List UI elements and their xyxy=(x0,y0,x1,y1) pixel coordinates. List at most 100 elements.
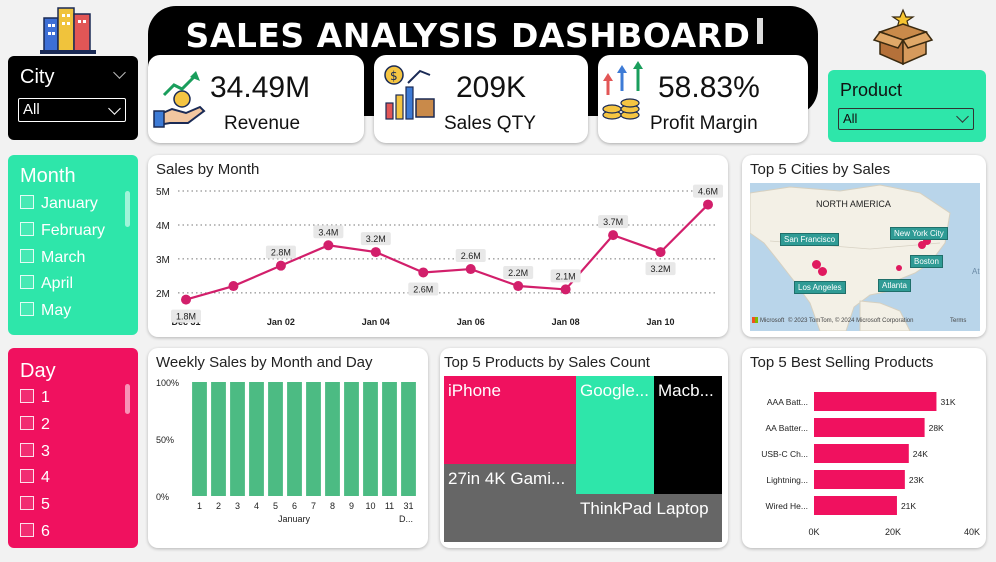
hbar-x-tick: 20K xyxy=(885,527,901,537)
month-item-january[interactable]: January xyxy=(20,195,98,213)
hbar-value-label: 24K xyxy=(913,449,928,459)
day-item-1[interactable]: 1 xyxy=(20,389,50,407)
line-point[interactable] xyxy=(513,281,524,292)
city-marker-los-angeles[interactable] xyxy=(818,267,827,276)
treemap-tile-thinkpad[interactable]: ThinkPad Laptop xyxy=(576,494,722,542)
line-point[interactable] xyxy=(275,260,286,271)
weekly-bar[interactable] xyxy=(268,382,283,496)
line-point[interactable] xyxy=(465,264,476,275)
line-x-tick: Jan 08 xyxy=(552,317,580,327)
day-item-5[interactable]: 5 xyxy=(20,496,50,514)
top-products-treemap-title: Top 5 Products by Sales Count xyxy=(444,354,650,371)
checkbox-icon xyxy=(20,389,34,403)
city-slicer: City All xyxy=(8,56,138,140)
weekly-group-label: D... xyxy=(399,514,413,524)
line-point[interactable] xyxy=(181,294,191,305)
weekly-bar[interactable] xyxy=(249,382,264,496)
month-item-february[interactable]: February xyxy=(20,222,105,240)
city-label-new-york: New York City xyxy=(890,227,948,240)
line-point[interactable] xyxy=(608,230,619,241)
treemap-tile-iphone[interactable]: iPhone xyxy=(444,376,576,464)
line-point[interactable] xyxy=(228,281,239,292)
line-x-tick: Jan 06 xyxy=(457,317,485,327)
map-canvas[interactable]: NORTH AMERICA San Francisco Los Angeles … xyxy=(750,183,980,331)
page-title: SALES ANALYSIS DASHBOARD xyxy=(185,16,751,55)
hbar-bar[interactable] xyxy=(814,470,905,489)
chevron-down-icon xyxy=(108,102,121,115)
hbar-bar[interactable] xyxy=(814,418,925,437)
treemap-tile-27in-gaming-monitor[interactable]: 27in 4K Gami... xyxy=(444,464,576,542)
weekly-bar[interactable] xyxy=(325,382,340,496)
map-terms-link[interactable]: Terms xyxy=(950,318,966,324)
weekly-bar[interactable] xyxy=(344,382,359,496)
checkbox-icon xyxy=(20,249,34,263)
top-products-treemap-card: Top 5 Products by Sales Count iPhone Goo… xyxy=(440,348,728,548)
line-data-label: 2.1M xyxy=(556,271,576,281)
hbar-value-label: 21K xyxy=(901,501,916,511)
city-label-san-francisco: San Francisco xyxy=(780,233,840,246)
svg-text:$: $ xyxy=(390,69,398,83)
month-item-may[interactable]: May xyxy=(20,302,71,320)
sales-bar-chart-icon: $ xyxy=(384,65,435,120)
weekly-x-tick: 8 xyxy=(330,501,335,511)
line-x-tick: Jan 04 xyxy=(362,317,390,327)
checkbox-icon xyxy=(20,195,34,209)
city-dropdown[interactable]: All xyxy=(18,98,126,122)
product-dropdown[interactable]: All xyxy=(838,108,974,130)
line-data-label: 2.6M xyxy=(413,284,433,294)
hbar-bar[interactable] xyxy=(814,392,937,411)
line-data-label: 3.4M xyxy=(318,227,338,237)
kpi-sales-qty-label: Sales QTY xyxy=(444,113,536,134)
top-cities-map-title: Top 5 Cities by Sales xyxy=(750,161,891,178)
money-hand-growth-icon xyxy=(153,71,206,128)
kpi-revenue-value: 34.49M xyxy=(210,71,311,104)
hbar-bar[interactable] xyxy=(814,444,909,463)
weekly-bar[interactable] xyxy=(382,382,397,496)
city-buildings-icon xyxy=(40,7,96,54)
city-dropdown-value: All xyxy=(23,101,40,118)
weekly-x-tick: 10 xyxy=(365,501,375,511)
coins-growth-icon xyxy=(602,61,643,120)
line-point[interactable] xyxy=(703,199,713,210)
line-data-label: 3.2M xyxy=(366,234,386,244)
line-point[interactable] xyxy=(370,247,381,258)
day-item-2[interactable]: 2 xyxy=(20,416,50,434)
checkbox-icon xyxy=(20,416,34,430)
month-item-march[interactable]: March xyxy=(20,249,85,267)
map-side-label: At xyxy=(972,267,980,276)
day-slicer: Day 1 2 3 4 5 6 xyxy=(8,348,138,548)
hbar-bar[interactable] xyxy=(814,496,897,515)
weekly-bar[interactable] xyxy=(306,382,321,496)
month-item-april[interactable]: April xyxy=(20,275,73,293)
treemap-tile-google[interactable]: Google... xyxy=(576,376,654,494)
line-point[interactable] xyxy=(560,284,571,295)
line-data-label: 3.7M xyxy=(603,217,623,227)
sales-by-month-card: Sales by Month 2M3M4M5MDec 31Jan 02Jan 0… xyxy=(148,155,728,337)
line-point[interactable] xyxy=(655,247,666,258)
city-marker-atlanta[interactable] xyxy=(896,265,902,271)
weekly-bar[interactable] xyxy=(230,382,245,496)
weekly-y-tick: 50% xyxy=(156,435,174,445)
treemap-tile-macbook[interactable]: Macb... xyxy=(654,376,722,494)
month-scrollbar[interactable] xyxy=(125,191,130,227)
weekly-bar[interactable] xyxy=(287,382,302,496)
weekly-sales-card: Weekly Sales by Month and Day 0% 50% 100% 1… xyxy=(148,348,428,548)
line-y-tick: 5M xyxy=(156,187,170,198)
hbar-category-label: Wired He... xyxy=(765,501,808,511)
checkbox-icon xyxy=(20,275,34,289)
city-slicer-chevron-icon[interactable] xyxy=(113,66,126,79)
hbar-x-tick: 40K xyxy=(964,527,980,537)
best-selling-products-card: Top 5 Best Selling Products AAA Batt... 3… xyxy=(742,348,986,548)
day-scrollbar[interactable] xyxy=(125,384,130,414)
day-item-3[interactable]: 3 xyxy=(20,443,50,461)
day-item-4[interactable]: 4 xyxy=(20,469,50,487)
weekly-x-tick: 1 xyxy=(197,501,202,511)
weekly-bar[interactable] xyxy=(363,382,378,496)
weekly-bar[interactable] xyxy=(211,382,226,496)
weekly-bar[interactable] xyxy=(192,382,207,496)
line-point[interactable] xyxy=(418,267,429,278)
weekly-bar[interactable] xyxy=(401,382,416,496)
hbar-category-label: AAA Batt... xyxy=(767,397,808,407)
day-item-6[interactable]: 6 xyxy=(20,523,50,541)
line-point[interactable] xyxy=(323,240,334,251)
